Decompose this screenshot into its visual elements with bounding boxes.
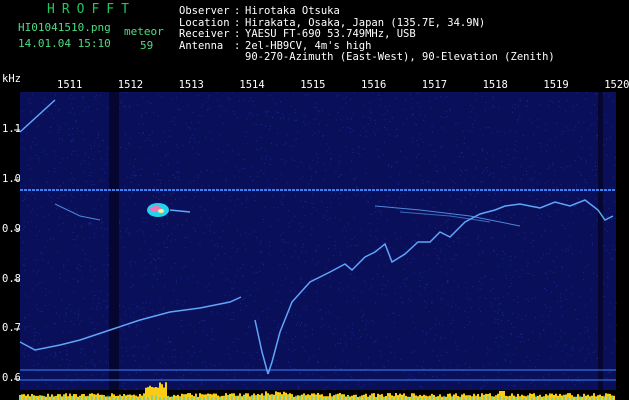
freq-unit-label: kHz <box>2 73 21 85</box>
hrofft-window: HROFFT HI01041510.png 14.01.04 15:10 met… <box>0 0 629 400</box>
info-label: Receiver <box>179 28 230 41</box>
info-value: 2el-HB9CV, 4m's high <box>245 39 372 52</box>
dark-band <box>598 92 603 390</box>
time-tick-label: 1511 <box>57 79 83 91</box>
info-value: YAESU FT-690 53.749MHz, USB <box>245 28 416 41</box>
time-tick-label: 1518 <box>482 79 508 91</box>
time-tick-label: 1519 <box>543 79 569 91</box>
info-sep: : <box>234 16 241 29</box>
time-tick-label: 1517 <box>421 79 448 91</box>
info-value: Hirotaka Otsuka <box>245 5 340 17</box>
time-tick-label: 1513 <box>178 79 204 91</box>
info-sep: : <box>234 39 241 52</box>
file-name: HI01041510.png <box>18 21 111 34</box>
meteor-echo <box>158 209 164 213</box>
time-tick-label: 1515 <box>300 79 326 91</box>
time-tick-label: 1512 <box>117 79 144 91</box>
dark-band <box>109 92 119 390</box>
info-value: 90-270-Azimuth (East-West), 90-Elevation… <box>245 51 555 64</box>
time-tick-label: 1514 <box>239 79 265 91</box>
meteor-label: meteor <box>124 25 164 38</box>
info-label: Antenna <box>179 39 224 52</box>
app-title: HROFFT <box>47 2 136 17</box>
spectrogram <box>14 92 617 400</box>
info-sep: : <box>234 28 241 41</box>
meteor-count: 59 <box>140 39 154 52</box>
info-label: Observer <box>179 5 230 17</box>
info-sep: : <box>234 5 241 17</box>
date-time: 14.01.04 15:10 <box>18 37 111 50</box>
info-label: Location <box>179 16 230 29</box>
time-tick-label: 1520 <box>604 79 629 91</box>
info-value: Hirakata, Osaka, Japan (135.7E, 34.9N) <box>245 16 486 29</box>
time-tick-label: 1516 <box>361 79 387 91</box>
